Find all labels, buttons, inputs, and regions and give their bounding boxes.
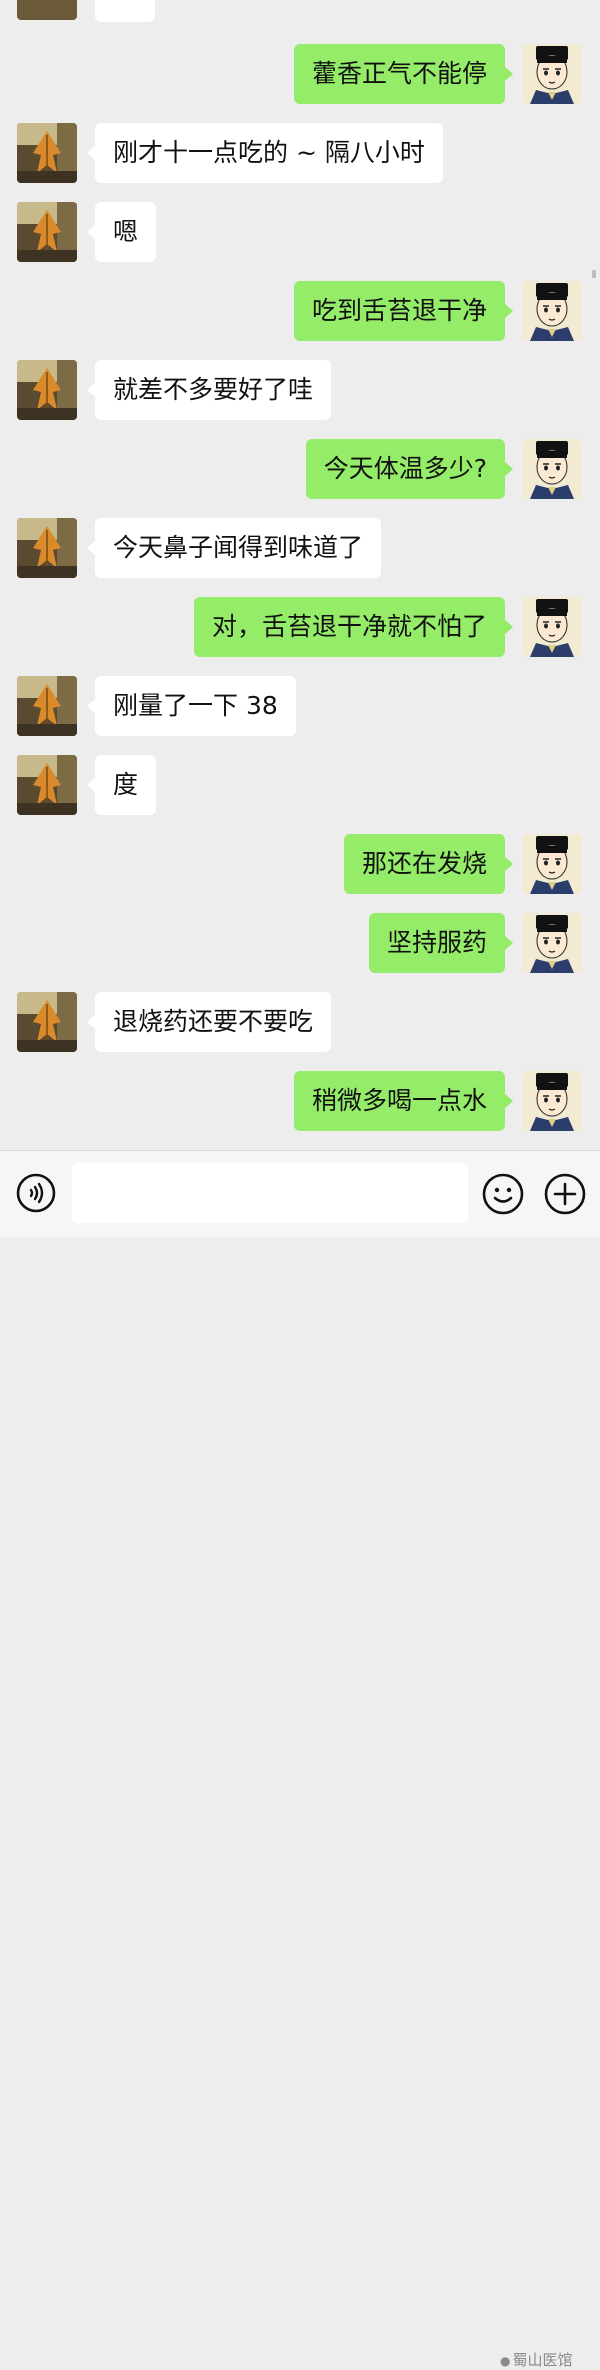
- my-avatar[interactable]: [522, 281, 582, 341]
- contact-avatar[interactable]: [17, 518, 77, 578]
- contact-avatar[interactable]: [17, 992, 77, 1052]
- incoming-message-bubble[interactable]: 度: [86, 755, 157, 815]
- emoji-button[interactable]: [482, 1173, 524, 1215]
- outgoing-message-bubble[interactable]: 今天体温多少?: [305, 439, 514, 499]
- contact-avatar[interactable]: [17, 755, 77, 815]
- voice-button[interactable]: [16, 1173, 56, 1213]
- scroll-indicator: [592, 270, 596, 278]
- input-bar: ● 蜀山医馆: [0, 1150, 600, 2369]
- smiley-icon: [482, 1173, 524, 1215]
- my-avatar[interactable]: [522, 1071, 582, 1131]
- contact-avatar[interactable]: [17, 202, 77, 262]
- incoming-message-bubble[interactable]: 刚量了一下 38: [87, 676, 296, 736]
- plus-circle-icon: [544, 1173, 586, 1215]
- incoming-message-bubble[interactable]: 今天鼻子闻得到味道了: [86, 518, 382, 578]
- outgoing-message-bubble[interactable]: 稍微多喝一点水: [293, 1071, 514, 1131]
- watermark-text: 蜀山医馆: [512, 2351, 573, 2369]
- outgoing-message-bubble[interactable]: 藿香正气不能停: [293, 44, 514, 104]
- message-input[interactable]: [72, 1163, 468, 1223]
- outgoing-message-bubble[interactable]: 对，舌苔退干净就不怕了: [193, 597, 514, 657]
- outgoing-message-bubble[interactable]: 坚持服药: [368, 913, 514, 973]
- voice-wave-icon: [16, 1173, 56, 1213]
- my-avatar[interactable]: [522, 913, 582, 973]
- wechat-icon: ●: [500, 2354, 511, 2368]
- my-avatar[interactable]: [522, 597, 582, 657]
- outgoing-message-bubble[interactable]: 吃到舌苔退干净: [293, 281, 514, 341]
- contact-avatar[interactable]: [17, 676, 77, 736]
- incoming-message-bubble[interactable]: 嗯: [86, 202, 157, 262]
- watermark: ● 蜀山医馆: [500, 2349, 573, 2370]
- more-button[interactable]: [544, 1173, 586, 1215]
- chat-area[interactable]: 藿香正气不能停刚才十一点吃的 ~ 隔八小时嗯吃到舌苔退干净就差不多要好了哇今天体…: [0, 0, 600, 1150]
- my-avatar[interactable]: [522, 439, 582, 499]
- my-avatar[interactable]: [522, 44, 582, 104]
- outgoing-message-bubble[interactable]: 那还在发烧: [343, 834, 514, 894]
- my-avatar[interactable]: [522, 834, 582, 894]
- incoming-message-bubble[interactable]: 就差不多要好了哇: [86, 360, 332, 420]
- incoming-message-bubble[interactable]: 退烧药还要不要吃: [86, 992, 332, 1052]
- contact-avatar[interactable]: [17, 360, 77, 420]
- incoming-message-bubble[interactable]: 刚才十一点吃的 ~ 隔八小时: [87, 123, 443, 183]
- contact-avatar[interactable]: [17, 123, 77, 183]
- message-bubble-partial: [95, 0, 155, 22]
- contact-avatar-partial: [17, 0, 77, 20]
